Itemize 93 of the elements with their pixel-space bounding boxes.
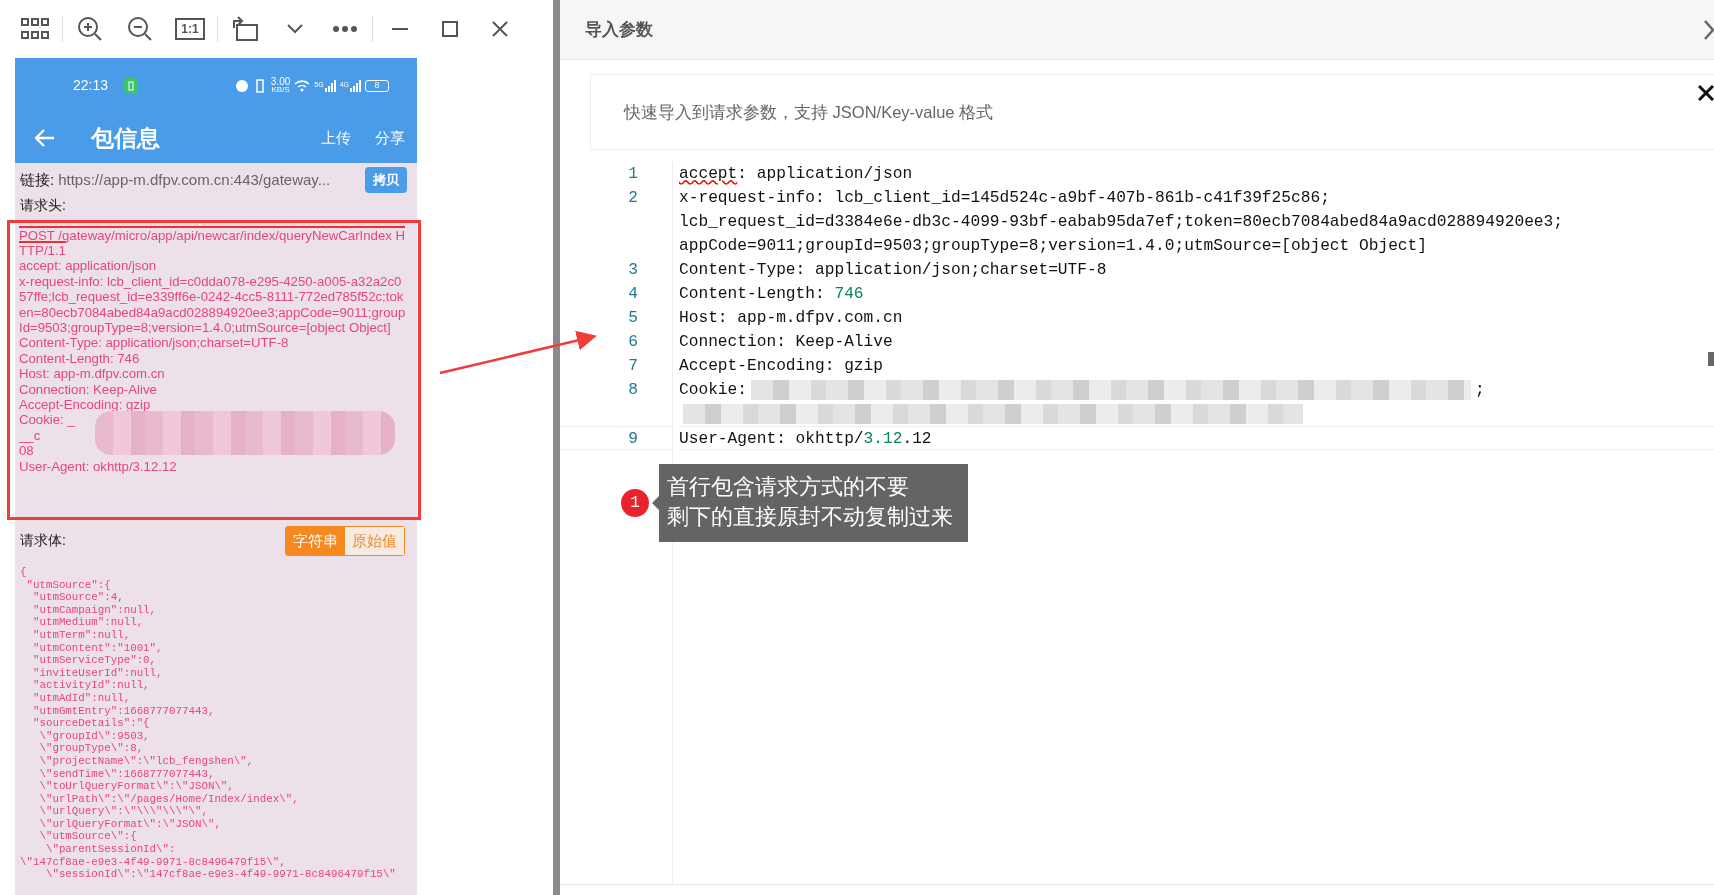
code-text: ; [1475,381,1485,399]
line-number: 5 [628,309,638,327]
json-line: \"sendTime\":1668777077443, [38,767,216,781]
link-label: 链接: [20,169,55,190]
json-line: "utmContent":"1001", [31,641,164,655]
link-url: https://app-m.dfpv.com.cn:443/gateway... [58,169,331,190]
close-icon[interactable] [1698,85,1714,101]
line-number: 4 [628,285,638,303]
zoom-in-icon[interactable] [77,16,103,42]
signal-icon [323,79,336,92]
json-line: \"sessionId\":\"147cf8ae-e9e3-4f49-9971-8c8496479f15\" [44,868,397,881]
json-line: "utmCampaign":null, [31,603,158,617]
header-line: __c [19,427,42,444]
dialog-title: 导入参数 [585,18,653,41]
json-line: \"utmSource\":{ [38,830,138,844]
copy-button[interactable]: 拷贝 [365,167,407,193]
tooltip-line: 首行包含请求方式的不要 [667,474,910,503]
line-number: 6 [628,333,638,351]
json-line: \"groupType\":8, [38,742,145,755]
header-line: x-request-info: lcb_client_id=c0dda078-e295-4250-a005-a32a2c057ffe;lcb_request_id=e339ff6e-0242-4cc5-8111-772ed785f52c;token=80ecb7084abed84a9acd028894920ee3;appCode=9011;groupId=9503;groupType=8;version=1.4.0;utmSource=[object Object] [19,273,406,336]
maximize-icon[interactable] [442,21,458,37]
app-bar-action[interactable]: 分享 [375,126,405,150]
json-line: "utmSource":{ [25,578,112,592]
line-number: 3 [628,261,638,279]
code-line: User-Agent: okhttp/3.12.12 [679,430,932,448]
signal-icon [349,79,361,92]
back-arrow-icon[interactable] [35,129,55,147]
chevron-right-icon[interactable] [1704,19,1714,40]
actual-size-button[interactable]: 1:1 [175,18,205,40]
json-line: \"urlQuery\":\"\\\"\\\"\", [38,805,209,818]
json-line: "utmGmtEntry":1668777077443, [31,704,216,718]
json-line: \"147cf8ae-e9e3-4f49-9971-8c8496479f15\", [20,855,287,869]
body-label: 请求体: [20,531,66,551]
grid-icon[interactable] [21,18,49,40]
network-speed-unit: KB/S [270,85,291,94]
battery-charging-icon [124,77,139,94]
wifi-icon [294,79,311,92]
header-line: Content-Length: 746 [19,350,141,367]
header-line: Host: app-m.dfpv.com.cn [19,366,166,382]
body-mode-tab[interactable]: 原始值 [345,526,404,555]
json-line: \"groupId\":9503, [38,729,151,743]
json-line: \"urlPath\":\"/pages/Home/Index/index\", [38,792,300,806]
body-mode-tab[interactable]: 字符串 [286,526,345,555]
tooltip-line: 剩下的直接原封不动复制过来 [667,504,953,533]
code-line: Content-Type: application/json;charset=UTF-8 [679,261,1107,279]
json-line: "utmMedium":null, [31,616,145,629]
header-line: Cookie: _ [19,412,76,428]
app-bar-action[interactable]: 上传 [321,126,351,150]
step-badge: 1 [621,489,649,517]
zoom-out-icon[interactable] [127,16,153,42]
scrollbar-thumb[interactable] [1708,352,1714,366]
line-number: 7 [628,357,638,375]
header-line: User-Agent: okhttp/3.12.12 [19,458,178,474]
json-line: "activityId":null, [31,679,151,692]
header-line: Connection: Keep-Alive [19,381,158,397]
code-editor[interactable] [560,162,1714,885]
rotate-icon[interactable] [231,16,259,42]
json-line: \"urlQueryFormat\":\"JSON\", [38,817,222,831]
network-speed: 3.00 [270,77,291,86]
chevron-down-icon[interactable] [287,24,303,34]
json-line: "utmTerm":null, [31,628,132,642]
header-line: Content-Type: application/json;charset=UTF-8 [19,335,290,351]
code-text: Cookie: [679,381,747,399]
json-line: { [20,566,28,579]
code-line: x-request-info: lcb_client_id=145d524c-a9bf-407b-861b-c41f39f25c86; [679,189,1330,207]
json-line: \"parentSessionId\": [44,843,177,856]
json-line: \"projectName\":\"lcb_fengshen\", [38,754,255,768]
code-line: Content-Length: 746 [679,285,864,303]
hint-text: 快速导入到请求参数，支持 JSON/Key-value 格式 [624,101,994,123]
json-line: "sourceDetails":"{ [31,717,151,730]
json-line: "utmServiceType":0, [31,654,158,667]
json-line: \"toUrlQueryFormat\":\"JSON\", [38,780,235,793]
code-line: lcb_request_id=d3384e6e-db3c-4099-93bf-eabab95da7ef;token=80ecb7084abed84a9acd028894920ee3; [679,213,1563,231]
battery-icon: 8 [365,79,389,92]
code-line: appCode=9011;groupId=9503;groupType=8;version=1.4.0;utmSource=[object Object] [679,237,1427,255]
status-time: 22:13 [73,76,109,95]
code-line: accept: application/json [679,165,913,183]
json-line: "inviteUserId":null, [31,666,164,680]
code-line: Host: app-m.dfpv.com.cn [679,309,903,327]
code-line: Accept-Encoding: gzip [679,357,883,375]
json-line: "utmSource":4, [31,591,125,604]
screen-title: 包信息 [91,123,160,153]
line-number: 8 [628,381,638,399]
more-icon[interactable] [333,26,357,32]
line-number: 9 [628,430,638,448]
header-line: 08 [19,443,35,459]
close-icon[interactable] [492,21,508,37]
json-line: "utmAdId":null, [31,691,132,705]
header-line: accept: application/json [19,258,158,274]
line-number: 2 [628,189,638,207]
code-line: Connection: Keep-Alive [679,333,893,351]
line-number: 1 [628,165,638,183]
headers-label: 请求头: [19,195,67,215]
